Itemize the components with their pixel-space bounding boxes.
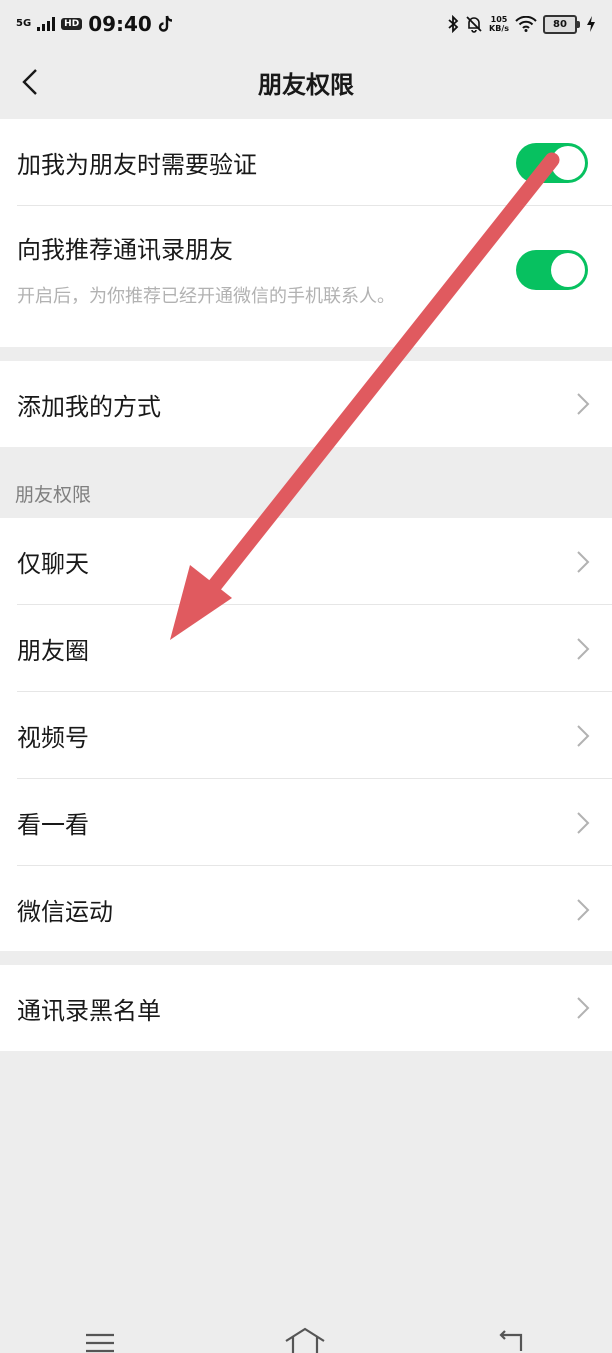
list-item-label: 仅聊天 [17, 550, 89, 578]
chevron-left-icon [22, 69, 37, 95]
bluetooth-icon [448, 15, 459, 33]
network-type: 5G [16, 18, 32, 29]
mute-bell-icon [466, 16, 482, 33]
permission-item-top-stories[interactable]: 看一看 [0, 779, 612, 866]
wifi-icon [515, 16, 537, 32]
hd-badge: HD [61, 18, 83, 30]
recommend-contacts-toggle[interactable] [516, 250, 588, 290]
chevron-right-icon [577, 550, 590, 573]
chevron-right-icon [577, 997, 590, 1019]
page-title: 朋友权限 [258, 70, 354, 99]
chevron-right-icon [577, 724, 590, 747]
blacklist-row[interactable]: 通讯录黑名单 [0, 965, 612, 1051]
section-header-friend-permissions: 朋友权限 [15, 484, 92, 506]
signal-icon [37, 17, 56, 31]
add-method-group: 添加我的方式 [0, 361, 612, 447]
back-icon[interactable] [495, 1329, 527, 1353]
verify-required-label: 加我为朋友时需要验证 [17, 151, 257, 179]
permission-item-werun[interactable]: 微信运动 [0, 866, 612, 953]
blacklist-group: 通讯录黑名单 [0, 965, 612, 1051]
speed-value: 105 [490, 15, 508, 24]
back-button[interactable] [10, 62, 50, 102]
chevron-right-icon [577, 811, 590, 834]
chevron-right-icon [577, 393, 590, 415]
clock: 09:40 [88, 12, 152, 36]
recommend-contacts-row: 向我推荐通讯录朋友 开启后，为你推荐已经开通微信的手机联系人。 [0, 206, 612, 347]
menu-icon[interactable] [85, 1331, 115, 1353]
tiktok-icon [158, 15, 172, 32]
add-method-row[interactable]: 添加我的方式 [0, 361, 612, 447]
speed-unit: KB/s [489, 24, 509, 33]
verify-group: 加我为朋友时需要验证 向我推荐通讯录朋友 开启后，为你推荐已经开通微信的手机联系… [0, 119, 612, 347]
add-method-label: 添加我的方式 [17, 392, 161, 421]
battery-icon: 80 [543, 14, 580, 34]
charging-icon [587, 16, 595, 32]
permission-item-channels[interactable]: 视频号 [0, 692, 612, 779]
blacklist-label: 通讯录黑名单 [17, 996, 161, 1025]
recommend-contacts-hint: 开启后，为你推荐已经开通微信的手机联系人。 [17, 286, 395, 307]
system-nav-bar [0, 1313, 612, 1353]
chevron-right-icon [577, 898, 590, 921]
list-item-label: 看一看 [17, 811, 89, 839]
list-item-label: 朋友圈 [17, 637, 89, 665]
battery-level: 80 [543, 14, 577, 34]
permission-item-chat-only[interactable]: 仅聊天 [0, 518, 612, 605]
network-speed: 105 KB/s [489, 15, 509, 33]
permission-item-moments[interactable]: 朋友圈 [0, 605, 612, 692]
permissions-group: 仅聊天 朋友圈 视频号 看一看 微信运动 [0, 518, 612, 951]
list-item-label: 视频号 [17, 724, 89, 752]
status-bar: 5G HD 09:40 105 KB/s 80 [0, 0, 612, 48]
verify-required-row: 加我为朋友时需要验证 [0, 119, 612, 206]
chevron-right-icon [577, 637, 590, 660]
recommend-contacts-label: 向我推荐通讯录朋友 [17, 236, 233, 264]
list-item-label: 微信运动 [17, 898, 113, 926]
home-icon[interactable] [284, 1327, 326, 1353]
nav-bar: 朋友权限 [0, 48, 612, 116]
verify-required-toggle[interactable] [516, 142, 588, 183]
